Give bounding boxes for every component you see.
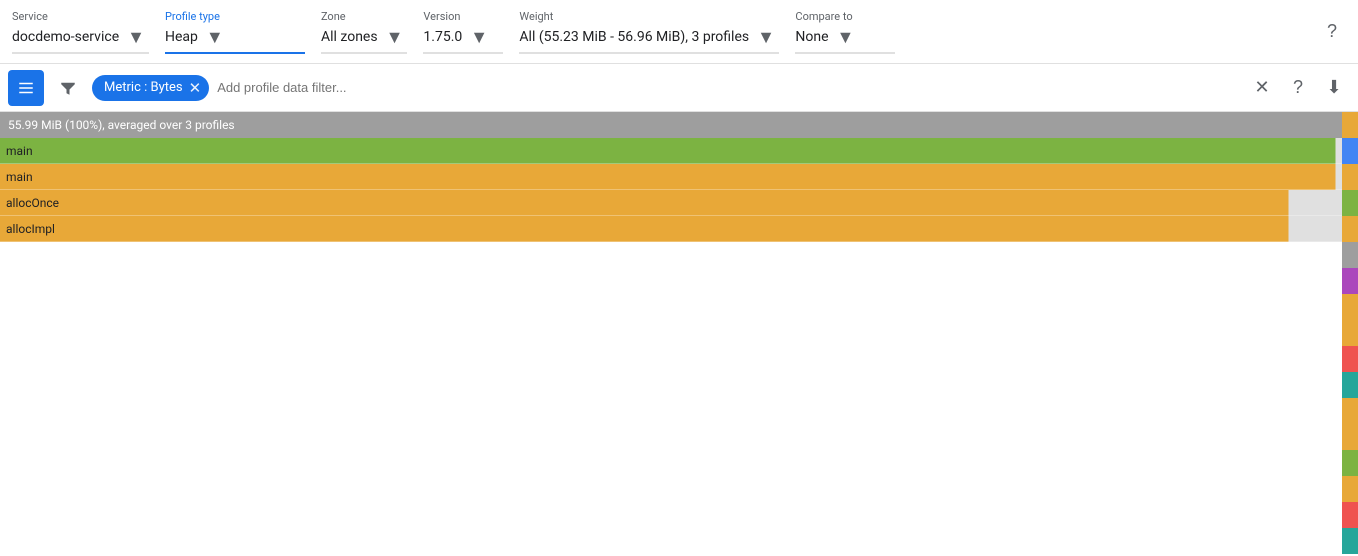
sidebar-color-bar (1342, 112, 1358, 138)
metric-chip-label: Metric : Bytes (104, 80, 183, 95)
weight-value: All (55.23 MiB - 56.96 MiB), 3 profiles (519, 29, 749, 45)
sidebar-color-bar (1342, 502, 1358, 528)
filter-bar: Metric : Bytes ✕ ✕ ? ⬇ (0, 64, 1358, 112)
weight-dropdown-group: Weight All (55.23 MiB - 56.96 MiB), 3 pr… (519, 10, 779, 54)
sidebar-color-bar (1342, 190, 1358, 216)
flame-rows: main main allocOnce allocImpl (0, 138, 1342, 242)
metric-chip-close-icon[interactable]: ✕ (189, 79, 202, 97)
flame-row-label: allocImpl (0, 222, 55, 236)
zone-label: Zone (321, 10, 407, 23)
help-icon: ? (1327, 21, 1337, 42)
close-filter-icon: ✕ (1254, 77, 1269, 98)
sidebar-color-bar (1342, 528, 1358, 554)
filter-icon-button[interactable] (52, 72, 84, 104)
profile-type-select[interactable]: Heap ▼ (165, 25, 305, 54)
zone-select[interactable]: All zones ▼ (321, 25, 407, 54)
sidebar-color-bar (1342, 424, 1358, 450)
weight-label: Weight (519, 10, 779, 23)
profile-type-dropdown-group: Profile type Heap ▼ (165, 10, 305, 54)
flame-row[interactable]: main (0, 138, 1342, 164)
version-value: 1.75.0 (423, 29, 462, 45)
flame-row-label: main (0, 170, 33, 184)
list-view-icon (17, 79, 35, 97)
compare-select[interactable]: None ▼ (795, 25, 895, 54)
profile-type-label: Profile type (165, 10, 305, 23)
filter-icon (59, 79, 77, 97)
flamegraph-container: 55.99 MiB (100%), averaged over 3 profil… (0, 112, 1358, 556)
flame-row-label: main (0, 144, 33, 158)
compare-dropdown-group: Compare to None ▼ (795, 10, 895, 54)
service-arrow-icon: ▼ (127, 27, 145, 48)
service-dropdown-group: Service docdemo-service ▼ (12, 10, 149, 54)
profile-type-arrow-icon: ▼ (206, 27, 224, 48)
help-button[interactable]: ? (1318, 18, 1346, 46)
download-icon: ⬇ (1326, 77, 1341, 98)
sidebar-color-bar (1342, 346, 1358, 372)
flame-row[interactable]: main (0, 164, 1342, 190)
service-select[interactable]: docdemo-service ▼ (12, 25, 149, 54)
flame-row-label: allocOnce (0, 196, 59, 210)
sidebar-color-bar (1342, 242, 1358, 268)
clear-filter-button[interactable]: ✕ (1246, 72, 1278, 104)
flame-row[interactable]: allocOnce (0, 190, 1342, 216)
flamegraph-main[interactable]: 55.99 MiB (100%), averaged over 3 profil… (0, 112, 1342, 556)
version-arrow-icon: ▼ (470, 27, 488, 48)
sidebar-color-bar (1342, 216, 1358, 242)
list-view-button[interactable] (8, 70, 44, 106)
sidebar-color-bar (1342, 164, 1358, 190)
toolbar: Service docdemo-service ▼ Profile type H… (0, 0, 1358, 64)
weight-select[interactable]: All (55.23 MiB - 56.96 MiB), 3 profiles … (519, 25, 779, 54)
sidebar-color-bar (1342, 138, 1358, 164)
service-value: docdemo-service (12, 29, 119, 45)
sidebar-color-bar (1342, 268, 1358, 294)
zone-arrow-icon: ▼ (386, 27, 404, 48)
filter-bar-actions: ✕ ? ⬇ (1246, 72, 1350, 104)
profile-data-filter-input[interactable] (217, 80, 1238, 95)
zone-dropdown-group: Zone All zones ▼ (321, 10, 407, 54)
sidebar-color-bar (1342, 476, 1358, 502)
summary-bar: 55.99 MiB (100%), averaged over 3 profil… (0, 112, 1342, 138)
filter-help-icon: ? (1293, 77, 1303, 98)
sidebar-color-bar (1342, 294, 1358, 320)
compare-arrow-icon: ▼ (837, 27, 855, 48)
compare-label: Compare to (795, 10, 895, 23)
sidebar-color-bar (1342, 450, 1358, 476)
service-label: Service (12, 10, 149, 23)
flame-row[interactable]: allocImpl (0, 216, 1342, 242)
sidebar-color-bar (1342, 398, 1358, 424)
sidebar-color-bar (1342, 320, 1358, 346)
profile-type-value: Heap (165, 29, 198, 45)
version-select[interactable]: 1.75.0 ▼ (423, 25, 503, 54)
metric-chip: Metric : Bytes ✕ (92, 75, 209, 101)
sidebar-color-bar (1342, 372, 1358, 398)
compare-value: None (795, 29, 828, 45)
weight-arrow-icon: ▼ (757, 27, 775, 48)
flamegraph-sidebar (1342, 112, 1358, 556)
summary-text: 55.99 MiB (100%), averaged over 3 profil… (8, 118, 235, 132)
version-dropdown-group: Version 1.75.0 ▼ (423, 10, 503, 54)
download-button[interactable]: ⬇ (1318, 72, 1350, 104)
zone-value: All zones (321, 29, 378, 45)
filter-help-button[interactable]: ? (1282, 72, 1314, 104)
version-label: Version (423, 10, 503, 23)
